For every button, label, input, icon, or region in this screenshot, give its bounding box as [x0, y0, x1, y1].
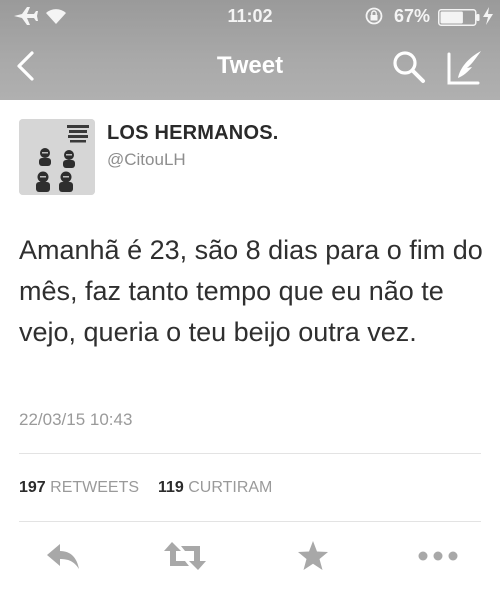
likes-label[interactable]: CURTIRAM	[188, 479, 272, 496]
divider	[19, 453, 481, 454]
avatar[interactable]	[19, 119, 95, 195]
orientation-lock-icon	[365, 7, 383, 25]
tweet-timestamp: 22/03/15 10:43	[19, 410, 133, 429]
compose-icon[interactable]	[446, 48, 484, 86]
more-icon[interactable]	[416, 538, 460, 574]
nav-bar: Tweet	[0, 32, 500, 100]
avatar-image	[19, 119, 95, 195]
tweet-text: Amanhã é 23, são 8 dias para o fim do mê…	[19, 235, 483, 347]
top-bar: 11:02 67% Tweet	[0, 0, 500, 100]
status-bar: 11:02 67%	[0, 0, 500, 32]
reply-icon[interactable]	[44, 538, 82, 574]
retweet-icon[interactable]	[162, 538, 208, 574]
author-handle[interactable]: @CitouLH	[107, 150, 186, 170]
retweets-count[interactable]: 197	[19, 479, 46, 496]
likes-count[interactable]: 119	[158, 479, 184, 496]
retweets-label[interactable]: RETWEETS	[50, 479, 139, 496]
battery-percent: 67%	[394, 6, 431, 26]
favorite-star-icon[interactable]	[296, 538, 330, 574]
battery-icon	[438, 9, 480, 26]
search-icon[interactable]	[392, 50, 426, 84]
tweet-stats: 197 RETWEETS 119 CURTIRAM	[19, 479, 272, 497]
author-name[interactable]: LOS HERMANOS.	[107, 122, 279, 145]
divider	[19, 521, 481, 522]
charging-icon	[483, 7, 493, 25]
